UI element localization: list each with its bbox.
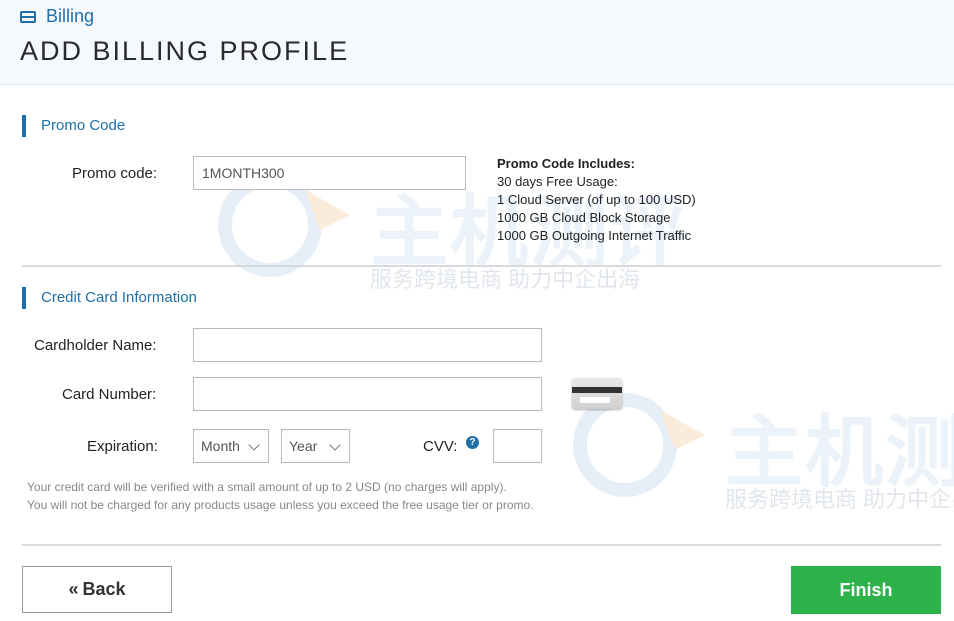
- section-divider: [22, 265, 941, 267]
- promo-include-item: 30 days Free Usage:: [497, 174, 618, 189]
- breadcrumb-billing[interactable]: Billing: [46, 6, 94, 27]
- cardholder-name-input[interactable]: [193, 328, 542, 362]
- promo-include-item: 1000 GB Cloud Block Storage: [497, 210, 671, 225]
- expiration-year-value: Year: [289, 438, 318, 454]
- double-chevron-left-icon: «: [68, 579, 79, 599]
- expiration-label: Expiration:: [87, 438, 158, 455]
- section-title-credit-card: Credit Card Information: [22, 287, 197, 309]
- expiration-month-value: Month: [201, 438, 240, 454]
- promo-includes: Promo Code Includes: 30 days Free Usage:…: [497, 155, 696, 245]
- verification-note: Your credit card will be verified with a…: [27, 480, 507, 494]
- credit-card-icon: [20, 10, 36, 23]
- cvv-input[interactable]: [493, 429, 542, 463]
- card-number-input[interactable]: [193, 377, 542, 411]
- breadcrumb[interactable]: Billing: [20, 6, 94, 27]
- help-icon[interactable]: ?: [466, 436, 479, 449]
- cardholder-name-label: Cardholder Name:: [34, 337, 157, 354]
- cvv-label: CVV:: [423, 438, 458, 455]
- promo-includes-heading: Promo Code Includes:: [497, 156, 635, 171]
- watermark-tagline: 服务跨境电商 助力中企出海: [725, 487, 954, 512]
- promo-include-item: 1000 GB Outgoing Internet Traffic: [497, 228, 692, 243]
- charges-note: You will not be charged for any products…: [27, 498, 534, 512]
- page-title: ADD BILLING PROFILE: [20, 36, 350, 66]
- card-number-label: Card Number:: [62, 386, 157, 403]
- promo-include-item: 1 Cloud Server (of up to 100 USD): [497, 192, 696, 207]
- section-divider: [22, 544, 941, 546]
- watermark-text: 主机测评: [725, 408, 954, 496]
- credit-card-back-icon: [572, 378, 622, 409]
- chevron-down-icon: [248, 439, 260, 451]
- promo-code-label: Promo code:: [72, 165, 158, 182]
- back-button[interactable]: « Back: [22, 566, 172, 613]
- expiration-year-select[interactable]: Year: [281, 429, 350, 463]
- expiration-month-select[interactable]: Month: [193, 429, 269, 463]
- chevron-down-icon: [329, 439, 341, 451]
- finish-button[interactable]: Finish: [791, 566, 941, 614]
- promo-code-input[interactable]: [193, 156, 466, 190]
- back-button-label: Back: [82, 579, 126, 599]
- page-header: Billing ADD BILLING PROFILE: [0, 0, 954, 85]
- section-title-promo: Promo Code: [22, 115, 125, 137]
